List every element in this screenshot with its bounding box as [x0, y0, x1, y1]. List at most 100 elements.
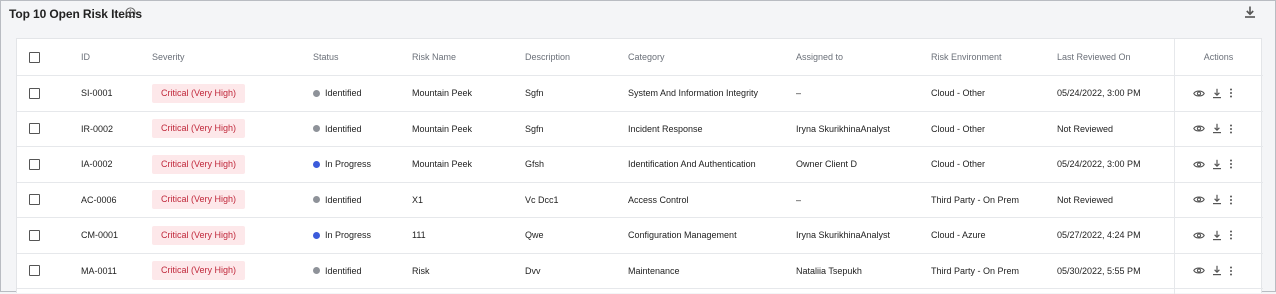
cell-id: SI-0001 — [81, 88, 113, 99]
row-actions — [1193, 194, 1233, 205]
widget-title: Top 10 Open Risk Items — [9, 7, 142, 21]
actions-column-divider — [1174, 39, 1175, 294]
download-icon[interactable] — [1212, 123, 1222, 134]
status-indicator: In Progress — [313, 230, 371, 240]
status-dot-icon — [313, 125, 320, 133]
cell-assigned-to: Iryna SkurikhinaAnalyst — [796, 230, 891, 241]
cell-id: IR-0002 — [81, 123, 114, 134]
download-icon[interactable] — [1212, 159, 1222, 170]
download-icon[interactable] — [1212, 88, 1222, 99]
cell-risk-name: Risk — [412, 265, 430, 276]
cell-assigned-to: Owner Client D — [796, 159, 858, 170]
eye-icon[interactable] — [1193, 89, 1205, 98]
table-row[interactable]: Critical (Very High) Identified MA-0011 Ris… — [17, 254, 1263, 289]
cell-risk-environment: Cloud - Azure — [931, 230, 986, 241]
cell-id: MA-0011 — [81, 265, 117, 276]
status-indicator: In Progress — [313, 159, 371, 169]
row-checkbox[interactable] — [29, 123, 40, 135]
download-icon[interactable] — [1212, 265, 1222, 276]
table-header-row: ID Severity Status Risk Name Description… — [17, 39, 1263, 76]
select-all-checkbox[interactable] — [29, 51, 40, 63]
row-checkbox[interactable] — [29, 265, 40, 277]
header-status[interactable]: Status — [313, 39, 339, 75]
severity-badge: Critical (Very High) — [152, 83, 246, 103]
cell-last-reviewed-on: 05/24/2022, 3:00 PM — [1057, 159, 1141, 170]
cell-category: Access Control — [628, 194, 689, 205]
status-indicator: Identified — [313, 266, 362, 276]
row-checkbox[interactable] — [29, 194, 40, 206]
cell-assigned-to: Nataliia Tsepukh — [796, 265, 862, 276]
cell-last-reviewed-on: 05/27/2022, 4:24 PM — [1057, 230, 1141, 241]
eye-icon[interactable] — [1193, 266, 1205, 275]
status-dot-icon — [313, 160, 320, 168]
cell-category: Identification And Authentication — [628, 159, 756, 170]
cell-category: Maintenance — [628, 265, 680, 276]
cell-id: IA-0002 — [81, 159, 113, 170]
header-severity[interactable]: Severity — [152, 39, 185, 75]
header-last-reviewed-on[interactable]: Last Reviewed On — [1057, 39, 1131, 75]
cell-risk-environment: Cloud - Other — [931, 123, 986, 134]
status-dot-icon — [313, 267, 320, 275]
table-row[interactable]: Critical (Very High) Identified AC-0006 X1 V… — [17, 183, 1263, 218]
status-indicator: Identified — [313, 88, 362, 98]
header-category[interactable]: Category — [628, 39, 665, 75]
row-actions — [1193, 265, 1233, 276]
eye-icon[interactable] — [1193, 160, 1205, 169]
row-checkbox[interactable] — [29, 87, 40, 99]
status-label: Identified — [325, 88, 362, 99]
widget-header: Top 10 Open Risk Items — [1, 1, 1275, 27]
more-vertical-icon[interactable] — [1229, 124, 1233, 134]
cell-description: Qwe — [525, 230, 544, 241]
cell-description: Vc Dcc1 — [525, 194, 559, 205]
severity-badge: Critical (Very High) — [152, 225, 246, 245]
more-vertical-icon[interactable] — [1229, 230, 1233, 240]
cell-risk-name: X1 — [412, 194, 424, 205]
cell-assigned-to: – — [796, 194, 802, 205]
eye-icon[interactable] — [1193, 124, 1205, 133]
row-checkbox[interactable] — [29, 158, 40, 170]
eye-icon[interactable] — [1193, 231, 1205, 240]
header-id[interactable]: ID — [81, 39, 90, 75]
cell-category: System And Information Integrity — [628, 88, 759, 99]
cell-risk-name: Mountain Peek — [412, 88, 473, 99]
row-actions — [1193, 123, 1233, 134]
status-label: In Progress — [325, 159, 372, 170]
cell-risk-environment: Third Party - On Prem — [931, 194, 1020, 205]
more-vertical-icon[interactable] — [1229, 266, 1233, 276]
download-icon[interactable] — [1212, 194, 1222, 205]
cell-risk-name: 111 — [412, 230, 426, 241]
row-actions — [1193, 88, 1233, 99]
status-dot-icon — [313, 89, 320, 97]
cell-assigned-to: Iryna SkurikhinaAnalyst — [796, 123, 891, 134]
table-row[interactable]: Critical (Very High) Identified IR-0002 Mou… — [17, 112, 1263, 147]
status-dot-icon — [313, 196, 320, 204]
header-risk-name[interactable]: Risk Name — [412, 39, 456, 75]
eye-icon[interactable] — [1193, 195, 1205, 204]
more-vertical-icon[interactable] — [1229, 195, 1233, 205]
more-vertical-icon[interactable] — [1229, 159, 1233, 169]
cell-assigned-to: – — [796, 88, 802, 99]
cell-risk-name: Mountain Peek — [412, 123, 473, 134]
download-icon[interactable] — [1243, 5, 1257, 19]
header-risk-environment[interactable]: Risk Environment — [931, 39, 1002, 75]
cell-risk-environment: Cloud - Other — [931, 159, 986, 170]
header-description[interactable]: Description — [525, 39, 570, 75]
table-row[interactable]: Critical (Very High) In Progress IA-0002 Mo… — [17, 147, 1263, 183]
cell-category: Configuration Management — [628, 230, 737, 241]
status-label: Identified — [325, 265, 362, 276]
cell-last-reviewed-on: 05/30/2022, 5:55 PM — [1057, 265, 1141, 276]
more-vertical-icon[interactable] — [1229, 88, 1233, 98]
status-label: Identified — [325, 123, 362, 134]
header-assigned-to[interactable]: Assigned to — [796, 39, 843, 75]
row-checkbox[interactable] — [29, 229, 40, 241]
table-row[interactable]: Critical (Very High) Identified SI-0001 Mou… — [17, 76, 1263, 112]
table-row[interactable]: Critical (Very High) In Progress CM-0001 11… — [17, 218, 1263, 254]
header-actions: Actions — [1203, 52, 1234, 62]
download-icon[interactable] — [1212, 230, 1222, 241]
row-actions — [1193, 230, 1233, 241]
info-icon[interactable] — [125, 7, 136, 18]
cell-last-reviewed-on: Not Reviewed — [1057, 123, 1114, 134]
cell-id: CM-0001 — [81, 230, 119, 241]
cell-description: Dvv — [525, 265, 541, 276]
severity-badge: Critical (Very High) — [152, 154, 246, 174]
